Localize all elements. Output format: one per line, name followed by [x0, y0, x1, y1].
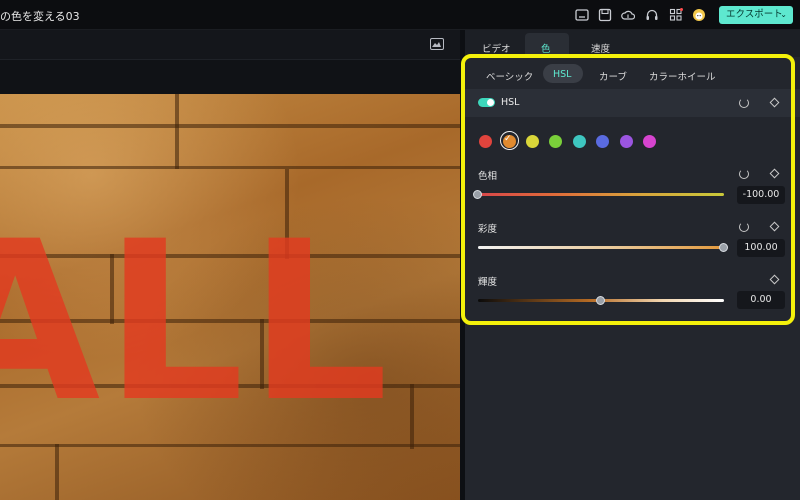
highlight-annotation — [461, 54, 795, 325]
export-button[interactable]: エクスポート ⌄ — [719, 6, 793, 24]
chevron-down-icon: ⌄ — [780, 10, 787, 19]
tab-color[interactable]: 色 — [541, 41, 551, 55]
layout-icon[interactable] — [575, 8, 589, 22]
preview-image: ALL — [0, 94, 460, 500]
tab-speed[interactable]: 速度 — [591, 41, 610, 55]
preview-toolbar — [0, 30, 460, 60]
avatar-icon[interactable] — [692, 8, 706, 22]
apps-grid-icon[interactable] — [669, 8, 683, 22]
wall-text: ALL — [0, 194, 393, 450]
project-title: の色を変える03 — [0, 10, 80, 23]
top-bar: の色を変える03 エクスポート ⌄ — [0, 0, 800, 30]
image-icon[interactable] — [430, 38, 444, 50]
tab-video[interactable]: ビデオ — [482, 41, 511, 55]
save-icon[interactable] — [598, 8, 612, 22]
export-label: エクスポート — [726, 9, 783, 20]
cloud-upload-icon[interactable] — [621, 8, 635, 22]
headset-icon[interactable] — [645, 8, 659, 22]
